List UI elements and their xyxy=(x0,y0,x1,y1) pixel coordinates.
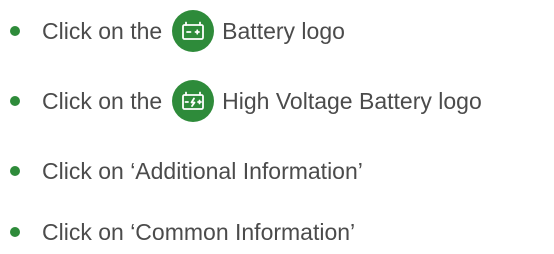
step-prefix: Click on the xyxy=(42,18,163,44)
step-prefix: Click on the xyxy=(42,88,163,114)
list-item: Click on ‘Additional Information’ xyxy=(0,149,554,193)
bullet-icon xyxy=(10,26,20,36)
step-text: Click on the High Voltage Battery logo xyxy=(42,79,482,123)
list-item: Click on the Battery logo xyxy=(0,9,554,53)
list-item: Click on the High Voltage Battery logo xyxy=(0,79,554,123)
bullet-icon xyxy=(10,227,20,237)
battery-icon xyxy=(172,10,215,52)
high-voltage-battery-icon xyxy=(172,80,215,122)
step-text: Click on ‘Common Information’ xyxy=(42,219,356,245)
step-text: Click on the Battery logo xyxy=(42,9,345,53)
bullet-icon xyxy=(10,96,20,106)
list-item: Click on ‘Common Information’ xyxy=(0,210,554,254)
step-suffix: High Voltage Battery logo xyxy=(222,88,482,114)
bullet-icon xyxy=(10,166,20,176)
step-suffix: Battery logo xyxy=(222,18,345,44)
step-text: Click on ‘Additional Information’ xyxy=(42,158,363,184)
